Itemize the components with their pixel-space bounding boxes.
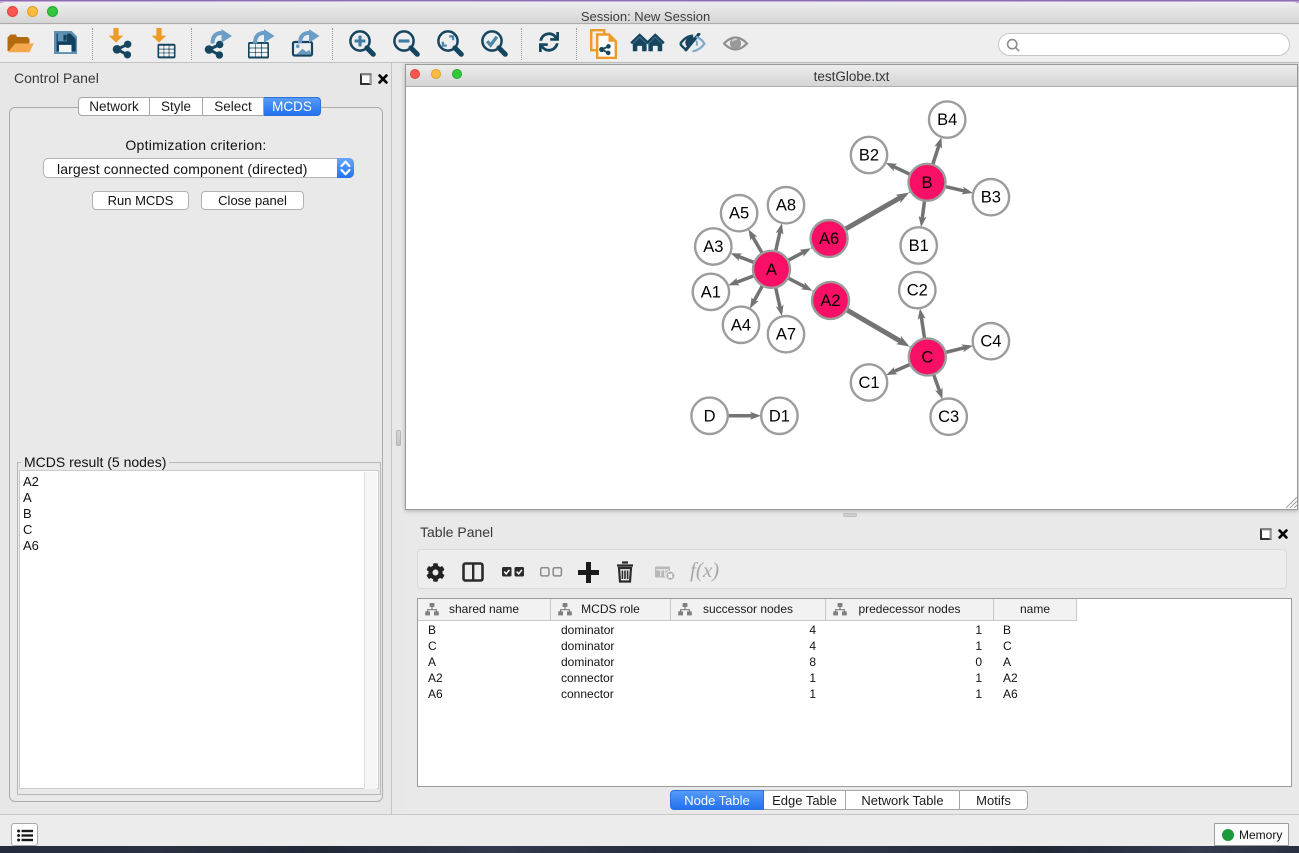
svg-text:C3: C3 [938,408,959,426]
svg-text:B: B [921,174,932,192]
svg-text:C1: C1 [858,374,879,392]
svg-text:B1: B1 [909,237,929,255]
svg-text:A6: A6 [819,230,839,248]
svg-text:D: D [704,407,716,425]
svg-text:A7: A7 [776,326,796,344]
svg-text:B3: B3 [981,189,1001,207]
svg-text:D1: D1 [769,407,790,425]
svg-text:A5: A5 [729,205,749,223]
svg-text:A1: A1 [701,283,721,301]
svg-text:B2: B2 [859,147,879,165]
svg-text:A3: A3 [703,238,723,256]
svg-text:C4: C4 [980,333,1001,351]
svg-text:A: A [766,261,777,279]
svg-text:C: C [921,348,933,366]
svg-text:C2: C2 [907,282,928,300]
svg-text:B4: B4 [937,111,957,129]
svg-text:A4: A4 [731,316,751,334]
svg-text:A2: A2 [820,292,840,310]
svg-text:A8: A8 [776,197,796,215]
